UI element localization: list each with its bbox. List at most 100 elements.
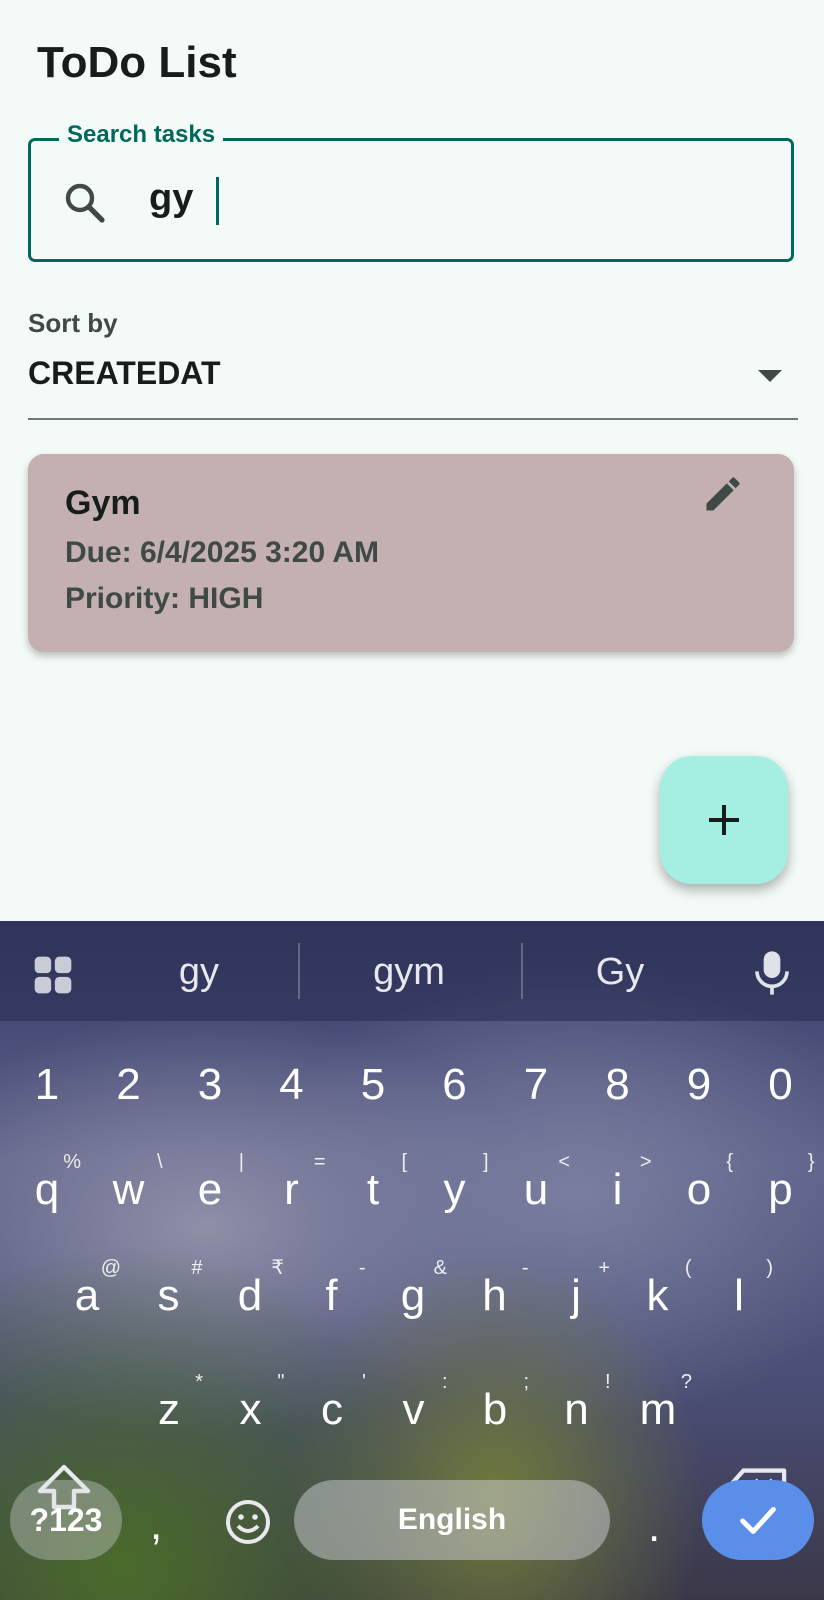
key-label: i <box>612 1165 623 1214</box>
key-f[interactable]: f- <box>292 1256 372 1336</box>
key-hint: + <box>598 1257 610 1279</box>
key-o[interactable]: o{ <box>659 1150 739 1230</box>
key-label: w <box>112 1165 145 1214</box>
key-y[interactable]: y] <box>415 1150 495 1230</box>
key-a[interactable]: a @ <box>47 1256 127 1336</box>
key-hint: @ <box>100 1257 121 1279</box>
key-9[interactable]: 9 <box>659 1045 739 1125</box>
key-5[interactable]: 5 <box>333 1045 413 1125</box>
emoji-icon[interactable] <box>224 1498 272 1546</box>
key-r[interactable]: r = <box>252 1150 332 1230</box>
space-key[interactable]: English <box>294 1480 610 1560</box>
key-q[interactable]: q% <box>7 1150 87 1230</box>
key-label: l <box>734 1271 744 1320</box>
key-w[interactable]: w \ <box>89 1150 169 1230</box>
edit-icon[interactable] <box>701 472 745 516</box>
key-hint: = <box>313 1151 326 1173</box>
key-4[interactable]: 4 <box>252 1045 332 1125</box>
key-m[interactable]: m? <box>618 1370 698 1450</box>
key-x[interactable]: x " <box>211 1370 291 1450</box>
key-n[interactable]: n! <box>537 1370 617 1450</box>
key-6[interactable]: 6 <box>415 1045 495 1125</box>
key-0[interactable]: 0 <box>741 1045 821 1125</box>
key-3[interactable]: 3 <box>170 1045 250 1125</box>
key-label: o <box>686 1165 712 1214</box>
key-l[interactable]: l) <box>699 1256 779 1336</box>
key-hint: - <box>521 1257 529 1279</box>
key-i[interactable]: i > <box>578 1150 658 1230</box>
plus-icon <box>709 805 739 835</box>
key-hint: ' <box>362 1371 366 1393</box>
apps-grid-icon[interactable] <box>31 953 75 997</box>
key-2[interactable]: 2 <box>89 1045 169 1125</box>
suggestion-item[interactable]: gy <box>99 951 299 994</box>
key-hint: } <box>807 1151 815 1173</box>
task-due-date: Due: 6/4/2025 3:20 AM <box>65 536 380 569</box>
key-label: y <box>443 1165 466 1214</box>
period-key[interactable]: . <box>648 1502 660 1552</box>
suggestion-item[interactable]: gym <box>309 951 509 994</box>
key-hint: ? <box>680 1371 692 1393</box>
key-hint: " <box>277 1371 285 1393</box>
sort-underline <box>28 418 798 420</box>
key-hint: < <box>558 1151 570 1173</box>
task-title: Gym <box>65 484 141 522</box>
search-input[interactable]: gy <box>149 177 193 220</box>
key-label: k <box>646 1271 669 1320</box>
key-label: f <box>325 1271 338 1320</box>
key-1[interactable]: 1 <box>7 1045 87 1125</box>
key-label: q <box>34 1165 60 1214</box>
task-priority: Priority: HIGH <box>65 582 264 615</box>
suggestion-divider <box>298 943 300 999</box>
key-hint: ( <box>684 1257 692 1279</box>
key-hint: [ <box>401 1151 407 1173</box>
key-7[interactable]: 7 <box>496 1045 576 1125</box>
key-u[interactable]: u < <box>496 1150 576 1230</box>
key-b[interactable]: b; <box>455 1370 535 1450</box>
suggestion-bar: gy gym Gy <box>0 921 824 1021</box>
key-label: g <box>400 1271 426 1320</box>
key-hint: | <box>238 1151 244 1173</box>
key-h[interactable]: h- <box>455 1256 535 1336</box>
key-z[interactable]: z * <box>129 1370 209 1450</box>
key-j[interactable]: j + <box>536 1256 616 1336</box>
key-p[interactable]: p} <box>741 1150 821 1230</box>
enter-key[interactable] <box>702 1480 814 1560</box>
key-label: z <box>158 1385 180 1434</box>
key-hint: \ <box>156 1151 163 1173</box>
key-label: x <box>239 1385 262 1434</box>
key-c[interactable]: c ' <box>292 1370 372 1450</box>
key-label: b <box>482 1385 508 1434</box>
key-label: s <box>157 1271 180 1320</box>
add-task-button[interactable] <box>660 756 788 884</box>
key-v[interactable]: v: <box>374 1370 454 1450</box>
key-label: c <box>321 1385 343 1434</box>
sort-dropdown[interactable]: CREATEDAT <box>28 355 221 392</box>
search-label: Search tasks <box>59 121 224 149</box>
key-label: d <box>237 1271 263 1320</box>
key-label: a <box>74 1271 100 1320</box>
key-t[interactable]: t[ <box>333 1150 413 1230</box>
key-label: t <box>366 1165 380 1214</box>
key-hint: % <box>63 1151 81 1173</box>
task-card[interactable]: Gym Due: 6/4/2025 3:20 AM Priority: HIGH <box>28 454 794 652</box>
key-hint: * <box>195 1371 203 1393</box>
key-label: v <box>402 1385 425 1434</box>
key-hint: # <box>191 1257 203 1279</box>
key-8[interactable]: 8 <box>578 1045 658 1125</box>
key-hint: & <box>433 1257 447 1279</box>
key-hint: ₹ <box>271 1257 284 1279</box>
key-s[interactable]: s # <box>129 1256 209 1336</box>
key-hint: ! <box>604 1371 611 1393</box>
key-hint: > <box>639 1151 652 1173</box>
key-e[interactable]: e | <box>170 1150 250 1230</box>
dropdown-arrow-icon[interactable] <box>758 370 782 382</box>
key-k[interactable]: k( <box>618 1256 698 1336</box>
search-field[interactable]: Search tasks gy <box>28 121 794 262</box>
suggestion-item[interactable]: Gy <box>520 951 720 994</box>
key-g[interactable]: g & <box>373 1256 453 1336</box>
microphone-icon[interactable] <box>752 949 792 997</box>
comma-key[interactable]: , <box>150 1500 162 1550</box>
symbols-key[interactable]: ?123 <box>10 1480 122 1560</box>
key-d[interactable]: d ₹ <box>210 1256 290 1336</box>
